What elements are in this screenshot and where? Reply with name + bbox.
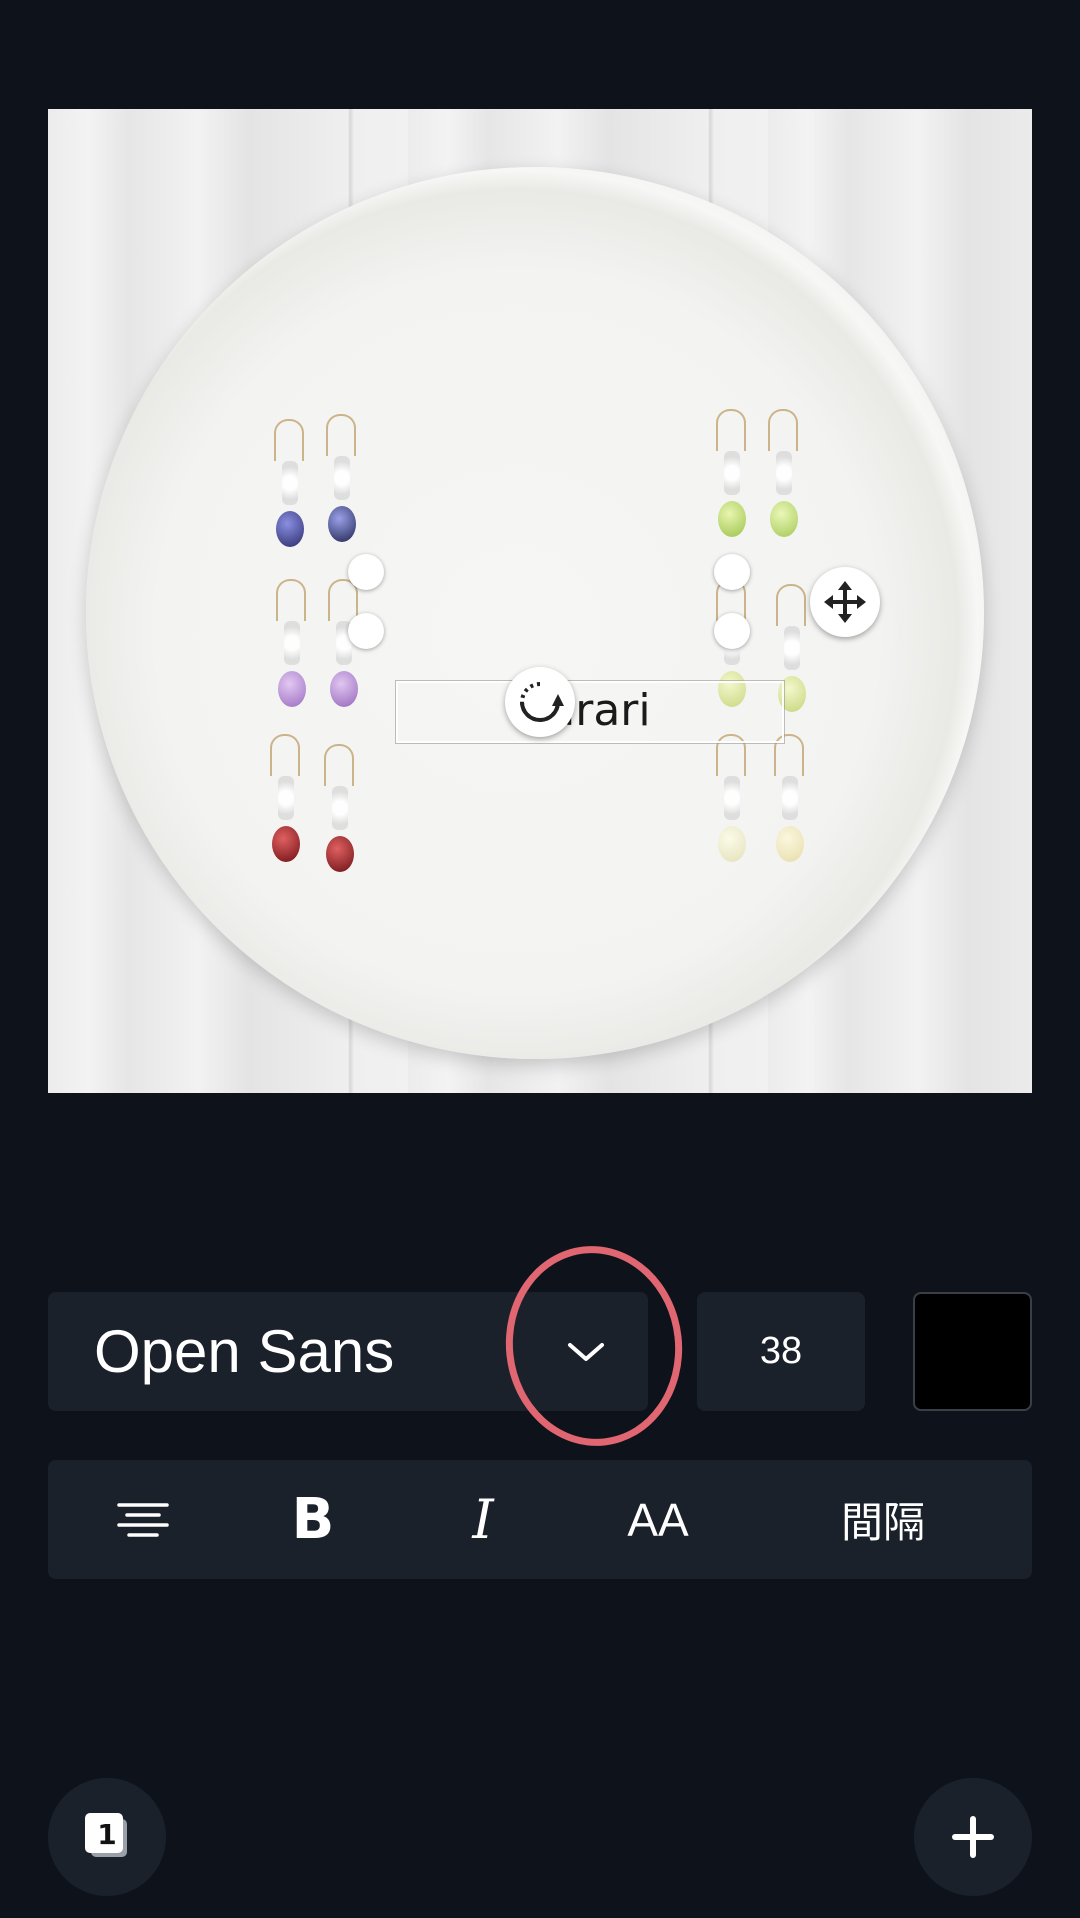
resize-handle-top-left[interactable] [348, 554, 384, 590]
design-canvas[interactable]: sarari [48, 109, 1032, 1093]
italic-button[interactable]: I [428, 1460, 538, 1579]
add-button[interactable] [914, 1778, 1032, 1896]
rotate-button[interactable] [505, 667, 575, 737]
annotation-circle [496, 1237, 692, 1455]
text-case-button[interactable]: AA [593, 1460, 723, 1579]
resize-handle-bottom-right[interactable] [714, 613, 750, 649]
font-family-label: Open Sans [94, 1318, 395, 1385]
rotate-icon [520, 682, 564, 722]
page-count: 1 [97, 1817, 117, 1851]
pages-button[interactable]: 1 [48, 1778, 166, 1896]
text-format-toolbar: B I AA 間隔 [48, 1460, 1032, 1579]
align-center-icon [117, 1502, 169, 1537]
align-button[interactable] [88, 1460, 198, 1579]
move-button[interactable] [810, 567, 880, 637]
text-color-swatch[interactable] [913, 1292, 1032, 1411]
spacing-button[interactable]: 間隔 [808, 1460, 958, 1579]
resize-handle-top-right[interactable] [714, 554, 750, 590]
bold-button[interactable]: B [258, 1460, 368, 1579]
selected-text-element[interactable]: sarari [396, 681, 780, 739]
resize-handle-bottom-left[interactable] [348, 613, 384, 649]
plus-icon [952, 1816, 994, 1858]
move-arrows-icon [824, 581, 866, 623]
font-size-field[interactable]: 38 [697, 1292, 865, 1411]
